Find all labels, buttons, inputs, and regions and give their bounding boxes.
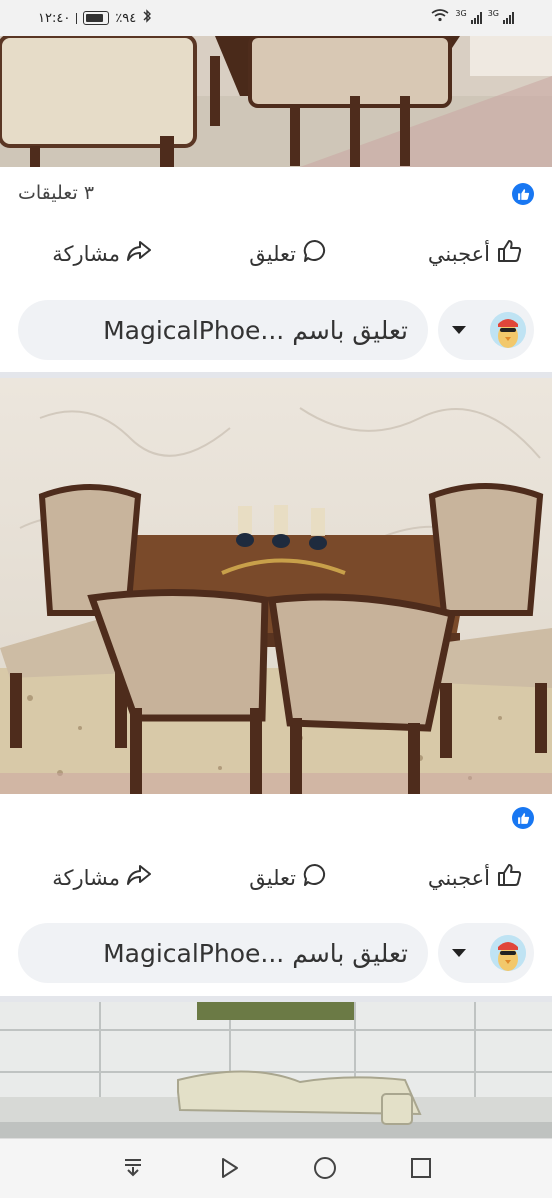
like-button[interactable]: أعجبني <box>428 238 522 269</box>
share-button[interactable]: مشاركة <box>52 238 152 269</box>
comment-icon <box>302 238 328 269</box>
comment-button[interactable]: تعليق <box>249 862 328 893</box>
comment-label: تعليق <box>249 241 296 266</box>
collapse-icon[interactable] <box>118 1153 148 1183</box>
post-photo[interactable] <box>0 1002 552 1138</box>
share-button[interactable]: مشاركة <box>52 862 152 893</box>
like-badge-icon[interactable] <box>512 183 534 205</box>
post-actions: أعجبني تعليق مشاركة <box>0 852 552 902</box>
caret-down-icon <box>452 326 466 334</box>
share-label: مشاركة <box>52 241 120 266</box>
like-button[interactable]: أعجبني <box>428 862 522 893</box>
battery-level: ٪٩٤ <box>115 10 137 26</box>
post-photo[interactable] <box>0 378 552 794</box>
share-icon <box>126 238 152 269</box>
network-type-1: 3G <box>455 9 467 18</box>
signal-icon-1 <box>470 11 482 24</box>
comment-count[interactable]: ٣ تعليقات <box>18 182 94 204</box>
status-right: 3G 3G <box>431 9 514 26</box>
comment-composer: تعليق باسم ...MagicalPhoe <box>0 923 552 985</box>
comment-icon <box>302 862 328 893</box>
comment-button[interactable]: تعليق <box>249 238 328 269</box>
comment-composer: تعليق باسم ...MagicalPhoe <box>0 300 552 362</box>
separator <box>76 12 78 24</box>
home-icon[interactable] <box>310 1153 340 1183</box>
reactions-row <box>0 802 552 838</box>
comment-input[interactable]: تعليق باسم ...MagicalPhoe <box>18 300 428 360</box>
comment-label: تعليق <box>249 865 296 890</box>
profile-switcher[interactable] <box>438 923 534 983</box>
share-icon <box>126 862 152 893</box>
avatar <box>490 312 526 348</box>
like-icon <box>496 238 522 269</box>
like-badge-icon[interactable] <box>512 807 534 829</box>
clock: ١٢:٤٠ <box>38 10 71 26</box>
like-icon <box>496 862 522 893</box>
wifi-icon <box>431 9 449 26</box>
reactions-row: ٣ تعليقات <box>0 176 552 212</box>
caret-down-icon <box>452 949 466 957</box>
like-label: أعجبني <box>427 865 490 890</box>
like-label: أعجبني <box>427 241 490 266</box>
system-nav-bar <box>0 1138 552 1198</box>
post-photo[interactable] <box>0 36 552 167</box>
share-label: مشاركة <box>52 865 120 890</box>
profile-switcher[interactable] <box>438 300 534 360</box>
battery-icon <box>83 11 110 25</box>
status-bar: ١٢:٤٠ ٪٩٤ 3G 3G <box>0 0 552 36</box>
recents-icon[interactable] <box>406 1153 436 1183</box>
bluetooth-icon <box>142 9 152 27</box>
back-icon[interactable] <box>214 1153 244 1183</box>
comment-input[interactable]: تعليق باسم ...MagicalPhoe <box>18 923 428 983</box>
status-left: ١٢:٤٠ ٪٩٤ <box>38 9 152 27</box>
post-actions: أعجبني تعليق مشاركة <box>0 228 552 278</box>
signal-icon-2 <box>503 11 514 24</box>
avatar <box>490 935 526 971</box>
network-type-2: 3G <box>487 9 499 18</box>
